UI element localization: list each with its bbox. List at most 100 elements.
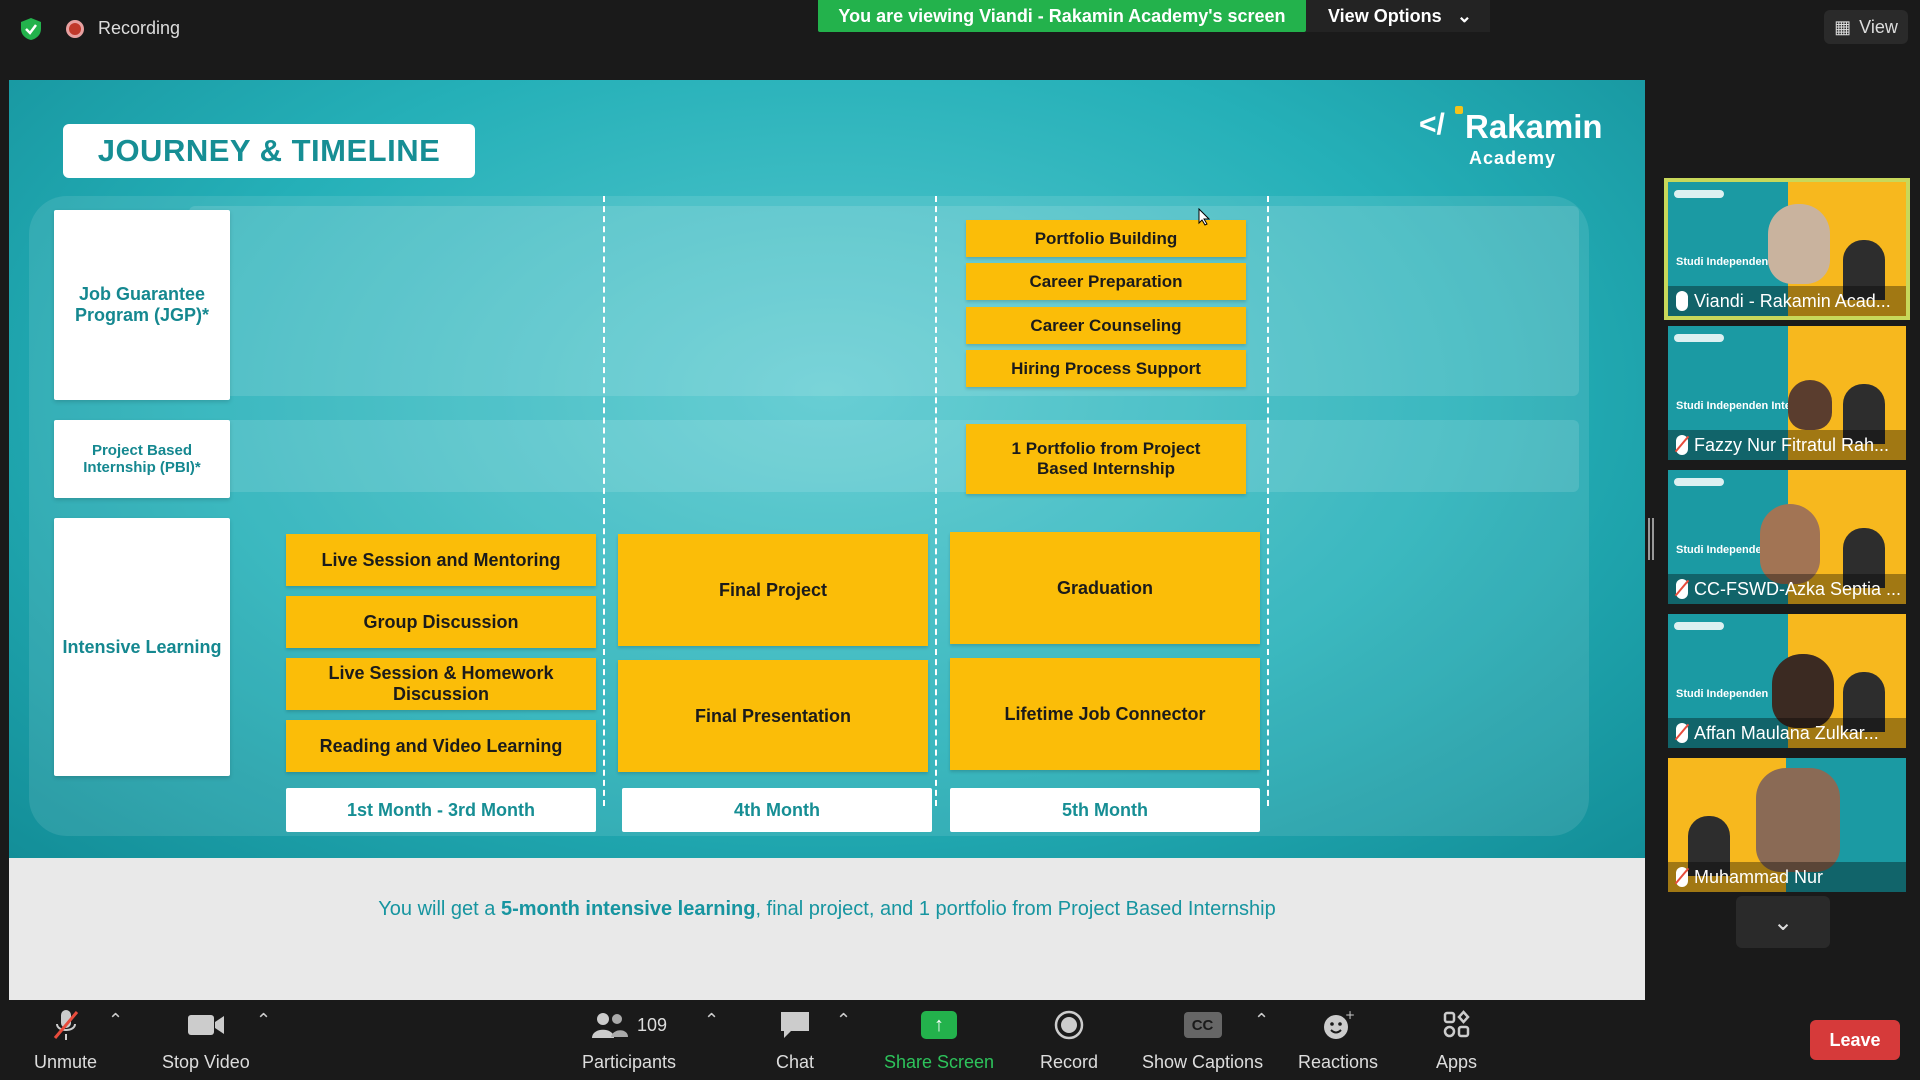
chat-options-caret-icon[interactable]: ⌃ xyxy=(836,1010,851,1031)
learning-item: Final Presentation xyxy=(618,660,928,772)
participants-count: 109 xyxy=(637,1014,668,1035)
participant-video-tile[interactable]: Studi Independen Intensive CC-FSWD-Azka … xyxy=(1668,470,1906,604)
tile-ribbon xyxy=(1674,478,1724,486)
video-options-caret-icon[interactable]: ⌃ xyxy=(256,1010,271,1031)
row-label-intensive: Intensive Learning xyxy=(54,518,230,776)
pbi-row-band xyxy=(189,420,1579,492)
learning-item: Live Session & Homework Discussion xyxy=(286,658,596,710)
apps-icon xyxy=(1442,1008,1472,1042)
recording-indicator[interactable]: Recording xyxy=(66,18,180,39)
participant-name: CC-FSWD-Azka Septia ... xyxy=(1694,578,1902,599)
audio-options-caret-icon[interactable]: ⌃ xyxy=(108,1010,123,1031)
tile-ribbon xyxy=(1674,190,1724,198)
chevron-down-icon: ⌄ xyxy=(1772,908,1794,936)
row-label-jgp: Job Guarantee Program (JGP)* xyxy=(54,210,230,400)
view-options-label: View Options xyxy=(1328,5,1442,26)
chat-label: Chat xyxy=(776,1052,815,1072)
participants-icon: 109 xyxy=(591,1008,667,1042)
participant-video xyxy=(1768,204,1830,284)
record-dot-icon xyxy=(66,19,84,38)
share-screen-icon: ↑ xyxy=(921,1008,958,1042)
participants-options-caret-icon[interactable]: ⌃ xyxy=(704,1010,719,1031)
jgp-item: Career Counseling xyxy=(966,307,1246,344)
security-shield-icon[interactable] xyxy=(18,16,44,42)
record-button[interactable]: Record xyxy=(1040,1008,1098,1073)
mic-muted-icon xyxy=(1676,435,1688,455)
learning-item: Final Project xyxy=(618,534,928,646)
unmute-label: Unmute xyxy=(34,1052,98,1072)
show-captions-label: Show Captions xyxy=(1142,1052,1264,1072)
viewing-banner: You are viewing Viandi - Rakamin Academy… xyxy=(818,0,1306,32)
learning-item: Graduation xyxy=(950,532,1260,644)
share-screen-button[interactable]: ↑ Share Screen xyxy=(884,1008,994,1073)
participant-video xyxy=(1788,380,1832,430)
participant-name-bar: Viandi - Rakamin Acad... xyxy=(1668,286,1906,316)
month-label: 4th Month xyxy=(622,788,932,832)
column-divider xyxy=(935,196,937,806)
logo-sub: Academy xyxy=(1469,148,1557,168)
mouse-cursor-icon xyxy=(1198,208,1210,226)
view-label: View xyxy=(1859,16,1898,37)
record-icon xyxy=(1054,1008,1084,1042)
learning-item: Group Discussion xyxy=(286,596,596,648)
participants-label: Participants xyxy=(582,1052,677,1072)
participant-video-tile[interactable]: Studi Independen Intensive Affan Maulana… xyxy=(1668,614,1906,748)
logo-name: Rakamin xyxy=(1465,108,1603,145)
participant-video xyxy=(1772,654,1834,728)
grid-view-icon: ▦ xyxy=(1834,16,1852,37)
recording-label: Recording xyxy=(98,18,181,38)
chat-bubble-icon xyxy=(778,1008,812,1042)
chat-button[interactable]: Chat xyxy=(776,1008,814,1073)
jgp-item: Career Preparation xyxy=(966,263,1246,300)
jgp-item: Hiring Process Support xyxy=(966,350,1246,387)
participant-name: Affan Maulana Zulkar... xyxy=(1694,722,1879,743)
share-screen-label: Share Screen xyxy=(884,1052,995,1072)
caption-text: You will get a xyxy=(378,898,501,920)
mic-muted-icon xyxy=(1676,579,1688,599)
panel-resize-handle[interactable] xyxy=(1648,518,1654,560)
stop-video-label: Stop Video xyxy=(162,1052,250,1072)
participant-name-bar: CC-FSWD-Azka Septia ... xyxy=(1668,574,1906,604)
caption-text: , final project, and 1 portfolio from Pr… xyxy=(755,898,1276,920)
shared-screen-slide: JOURNEY & TIMELINE </ Rakamin Academy Jo… xyxy=(9,80,1645,1000)
record-label: Record xyxy=(1040,1052,1099,1072)
view-options-button[interactable]: View Options ⌄ xyxy=(1306,0,1490,32)
slide-title: JOURNEY & TIMELINE xyxy=(63,124,475,178)
tile-ribbon xyxy=(1674,622,1724,630)
captions-options-caret-icon[interactable]: ⌃ xyxy=(1254,1010,1269,1031)
unmute-button[interactable]: Unmute xyxy=(34,1008,97,1073)
caption-bold-text: 5-month intensive learning xyxy=(500,898,756,920)
chevron-down-icon: ⌄ xyxy=(1456,5,1472,26)
participant-name: Viandi - Rakamin Acad... xyxy=(1694,290,1891,311)
meeting-top-bar: Recording You are viewing Viandi - Rakam… xyxy=(0,0,1920,80)
participant-video-tile[interactable]: Studi Independen Intensive Fazzy Nur Fit… xyxy=(1668,326,1906,460)
video-camera-icon xyxy=(187,1008,225,1042)
code-bracket-icon: </ xyxy=(1419,108,1445,141)
gallery-scroll-down-button[interactable]: ⌄ xyxy=(1736,896,1830,948)
participant-name-bar: Muhammad Nur xyxy=(1668,862,1906,892)
participant-name-bar: Affan Maulana Zulkar... xyxy=(1668,718,1906,748)
tile-ribbon xyxy=(1674,334,1724,342)
reactions-label: Reactions xyxy=(1298,1052,1379,1072)
participant-video-tile[interactable]: Muhammad Nur xyxy=(1668,758,1906,892)
slide-caption: You will get a 5-month intensive learnin… xyxy=(9,898,1645,921)
participants-button[interactable]: 109 Participants xyxy=(582,1008,676,1073)
svg-text:+: + xyxy=(1345,1009,1355,1022)
learning-item: Reading and Video Learning xyxy=(286,720,596,772)
month-label: 5th Month xyxy=(950,788,1260,832)
leave-button[interactable]: Leave xyxy=(1810,1020,1900,1060)
meeting-controls-toolbar: Unmute ⌃ Stop Video ⌃ 109 Participants ⌃… xyxy=(0,1000,1920,1080)
participant-name-bar: Fazzy Nur Fitratul Rah... xyxy=(1668,430,1906,460)
stop-video-button[interactable]: Stop Video xyxy=(162,1008,250,1073)
show-captions-button[interactable]: CC Show Captions xyxy=(1142,1008,1263,1073)
view-button[interactable]: ▦ View xyxy=(1824,10,1908,44)
reactions-button[interactable]: + Reactions xyxy=(1298,1008,1378,1073)
smiley-plus-icon: + xyxy=(1321,1008,1355,1042)
cc-icon-text: CC xyxy=(1183,1012,1222,1038)
row-label-pbi: Project Based Internship (PBI)* xyxy=(54,420,230,498)
column-divider xyxy=(1267,196,1269,806)
apps-button[interactable]: Apps xyxy=(1436,1008,1477,1073)
learning-item: Live Session and Mentoring xyxy=(286,534,596,586)
mic-icon xyxy=(1676,291,1688,311)
participant-video-tile[interactable]: Studi Independen Intensive Viandi - Raka… xyxy=(1664,178,1910,320)
